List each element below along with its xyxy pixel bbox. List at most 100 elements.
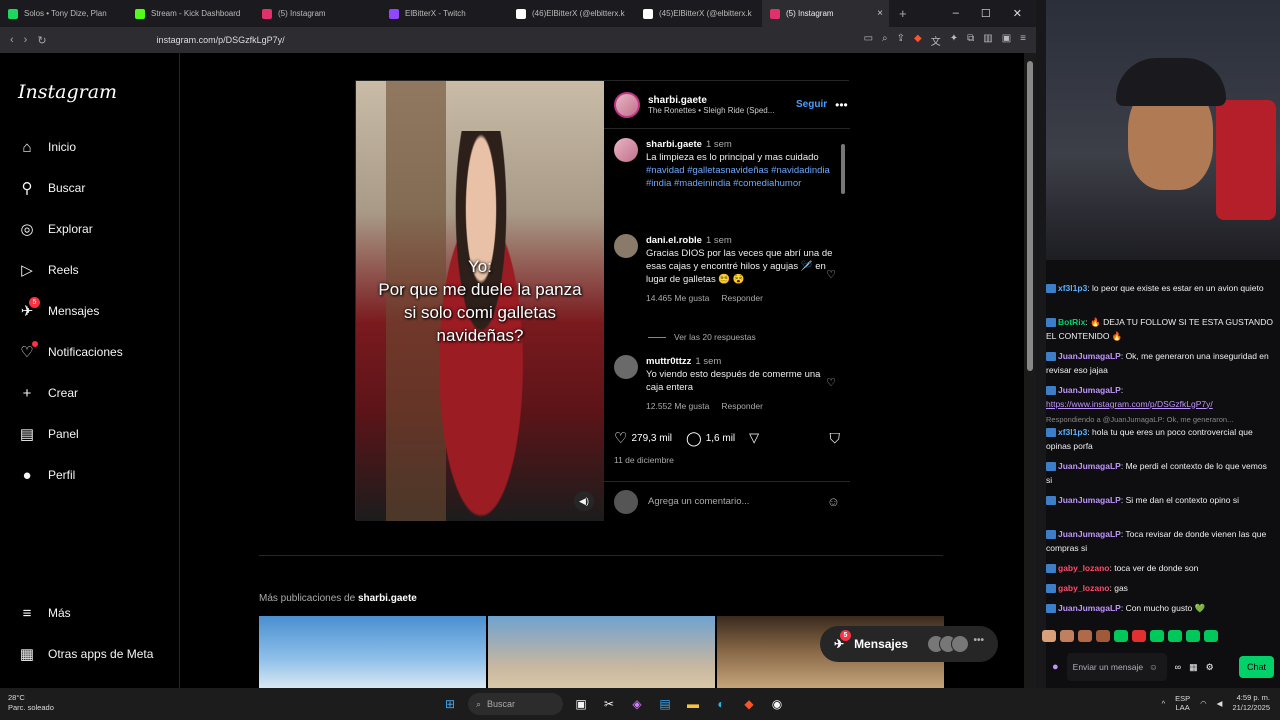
reply-button[interactable]: Responder [721,400,763,413]
puzzle-icon[interactable]: ⧉ [967,33,974,48]
reload-icon[interactable]: ↻ [37,34,46,47]
comment-likes[interactable]: 14.465 Me gusta [646,292,709,305]
add-comment-input[interactable]: Agrega un comentario... [648,496,749,507]
tray-chevron-icon[interactable]: ^ [1162,699,1166,708]
obs-icon[interactable]: ◉ [767,694,787,714]
taskview-icon[interactable]: ▣ [571,694,591,714]
back-icon[interactable]: ‹ [10,34,14,46]
emoji-icon[interactable]: ☺ [827,494,840,509]
nav-more[interactable]: ≡ Más [18,604,71,622]
volume-icon[interactable]: ◀ [1217,699,1223,708]
brave-shield-icon[interactable]: ◆ [914,33,922,48]
nav-reels[interactable]: ▷ Reels [18,261,78,279]
chat-username[interactable]: xf3l1p3 [1058,283,1087,293]
mic-icon[interactable]: ● [1052,661,1059,673]
nav-buscar[interactable]: ⚲ Buscar [18,179,86,197]
follow-button[interactable]: Seguir [796,99,827,110]
close-button[interactable]: ✕ [1013,7,1022,20]
like-icon[interactable]: ♡ [614,429,627,447]
reply-button[interactable]: Responder [721,292,763,305]
more-posts-user[interactable]: sharbi.gaete [358,593,417,604]
nav-perfil[interactable]: ● Perfil [18,466,75,484]
chat-input[interactable]: Enviar un mensaje ☺ [1066,653,1167,681]
author-avatar[interactable] [614,91,640,118]
close-tab-icon[interactable]: × [877,8,883,19]
browser-tab[interactable]: (46)ElBitterX (@elbitterx.k [508,0,635,27]
chat-username[interactable]: JuanJumagaLP [1058,603,1121,613]
new-tab-button[interactable]: + [889,6,917,21]
browser-tab[interactable]: Solos • Tony Dize, Plan [0,0,127,27]
author-username[interactable]: sharbi.gaete [648,95,788,106]
comment-count[interactable]: 1,6 mil [706,433,735,444]
nav-inicio[interactable]: ⌂ Inicio [18,138,76,156]
nav-notificaciones[interactable]: ♡ Notificaciones [18,341,123,361]
chat-username[interactable]: BotRix [1058,317,1085,327]
chat-username[interactable]: JuanJumagaLP [1058,385,1121,395]
edge-icon[interactable]: ◐ [711,694,731,714]
emoji-icon[interactable]: ☺ [1149,662,1158,672]
nav-meta-apps[interactable]: ▦ Otras apps de Meta [18,645,153,663]
comments-scrollbar[interactable] [840,134,846,414]
chat-username[interactable]: gaby_lozano [1058,583,1109,593]
browser-tab[interactable]: Stream - Kick Dashboard [127,0,254,27]
comment-avatar[interactable] [614,234,638,258]
browser-tab[interactable]: (5) Instagram [254,0,381,27]
url-field[interactable]: instagram.com/p/DSGzfkLgP7y/ [157,35,285,45]
menu-icon[interactable]: ≡ [1020,33,1026,48]
sidebar-icon[interactable]: ▥ [983,33,992,48]
brave-icon[interactable]: ◆ [739,694,759,714]
settings-icon[interactable]: ⚙ [1206,662,1214,673]
save-icon[interactable]: ⛉ [830,430,841,447]
minimize-button[interactable]: – [953,7,959,20]
browser-tab[interactable]: ElBitterX - Twitch [381,0,508,27]
wifi-icon[interactable]: ◠ [1200,699,1207,708]
maximize-button[interactable]: ☐ [981,7,991,20]
chat-send-button[interactable]: Chat [1238,656,1274,678]
bits-icon[interactable]: ∞ [1175,662,1181,672]
share-icon[interactable]: ⇪ [897,33,905,48]
browser-tab[interactable]: (45)ElBitterX (@elbitterx.k [635,0,762,27]
windows-start-icon[interactable]: ⊞ [440,694,460,714]
snip-icon[interactable]: ✂ [599,694,619,714]
comment-like-icon[interactable]: ♡ [826,376,836,389]
taskbar-search[interactable]: ⌕ Buscar [468,693,563,715]
browser-tab[interactable]: (5) Instagram × [762,0,889,27]
cast-icon[interactable]: ▭ [864,33,873,48]
clock[interactable]: 4:59 p. m. 21/12/2025 [1232,693,1270,713]
chat-link[interactable]: https://www.instagram.com/p/DSGzfkLgP7y/ [1046,399,1213,409]
more-options-icon[interactable]: ••• [835,98,848,112]
reel-video[interactable]: Yo: Por que me duele la panza si solo co… [356,81,604,521]
view-replies-button[interactable]: Ver las 20 respuestas [648,332,756,342]
share-icon[interactable]: ▽ [749,430,759,446]
comment-avatar[interactable] [614,355,638,379]
chat-username[interactable]: JuanJumagaLP [1058,529,1121,539]
zoom-icon[interactable]: ⌕ [882,33,888,48]
forward-icon[interactable]: › [24,34,28,46]
song-info[interactable]: The Ronettes • Sleigh Ride (Sped... [648,106,788,115]
chat-username[interactable]: JuanJumagaLP [1058,461,1121,471]
gift-icon[interactable]: ▦ [1189,662,1198,673]
folder-icon[interactable]: ▬ [683,694,703,714]
translate-icon[interactable]: 文 [931,33,941,48]
nav-mensajes[interactable]: ✈ 5 Mensajes [18,297,99,320]
comment-username[interactable]: dani.el.roble [646,235,702,246]
weather-widget[interactable]: 28°C Parc. soleado [8,693,54,713]
comment-username[interactable]: muttr0ttzz [646,356,691,367]
messages-pill[interactable]: ✈ 5 Mensajes ••• [820,626,998,662]
chat-username[interactable]: xf3l1p3 [1058,427,1087,437]
extension-icon[interactable]: ✦ [950,33,958,48]
comment-like-icon[interactable]: ♡ [826,268,836,281]
caption-avatar[interactable] [614,138,638,162]
wallet-icon[interactable]: ▣ [1002,33,1011,48]
comment-likes[interactable]: 12.552 Me gusta [646,400,709,413]
nav-panel[interactable]: ▤ Panel [18,425,79,443]
instagram-logo[interactable]: Instagram [18,81,117,103]
like-count[interactable]: 279,3 mil [631,433,672,444]
store-icon[interactable]: ▤ [655,694,675,714]
caption-hashtags[interactable]: #navidad #galletasnavideñas #navidadindi… [646,165,830,189]
nav-crear[interactable]: + Crear [18,384,78,402]
caption-username[interactable]: sharbi.gaete [646,139,702,150]
page-scrollbar[interactable] [1024,53,1036,688]
post-thumbnail[interactable] [259,616,486,688]
chat-username[interactable]: JuanJumagaLP [1058,351,1121,361]
